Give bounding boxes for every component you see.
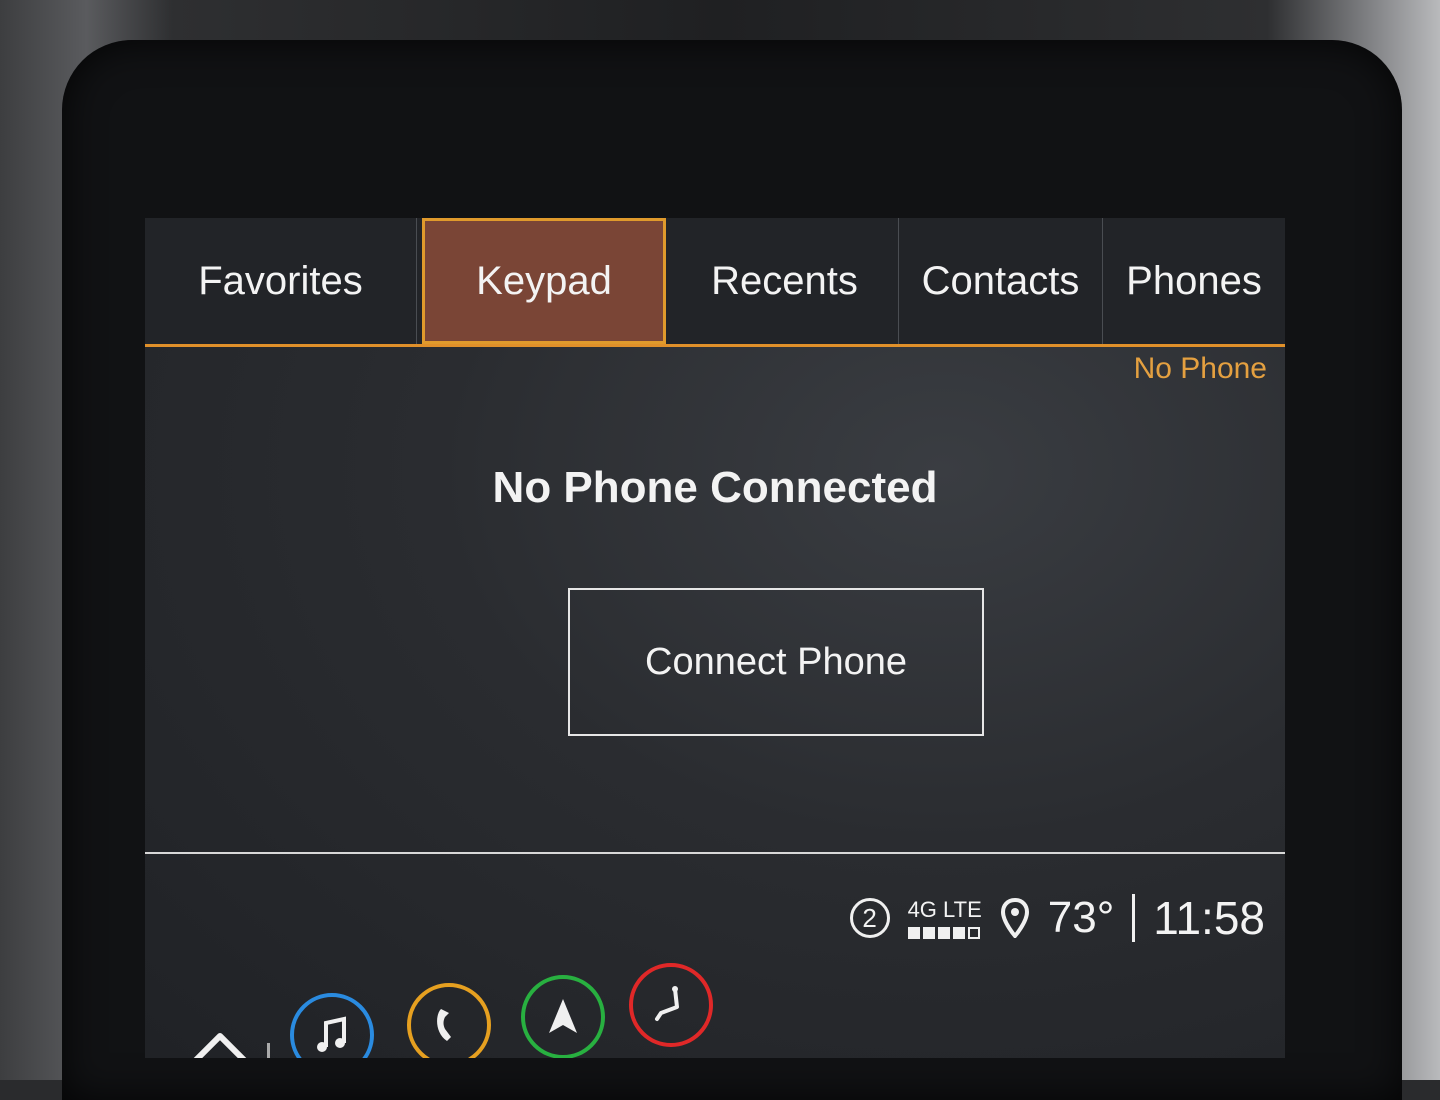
no-phone-message: No Phone Connected: [492, 463, 938, 512]
seat-settings-app-button[interactable]: [629, 963, 713, 1047]
signal-bar: [922, 927, 935, 939]
network-label: 4G LTE: [907, 897, 982, 922]
audio-app-button[interactable]: [290, 993, 374, 1058]
signal-bar: [952, 927, 965, 939]
signal-bar: [937, 927, 950, 939]
signal-bar: [967, 927, 980, 939]
outside-temperature: 73°: [1047, 893, 1115, 942]
tab-recents[interactable]: Recents: [671, 218, 899, 344]
signal-bars: [907, 927, 980, 939]
music-note-icon: [317, 1016, 346, 1052]
phone-icon: [437, 1009, 451, 1041]
navigation-app-button[interactable]: [521, 975, 605, 1058]
location-pin-icon: [1000, 898, 1029, 938]
status-divider: [145, 852, 1285, 854]
network-indicator: 4G LTE: [907, 897, 982, 939]
dock-divider: [267, 1043, 270, 1058]
seat-icon: [655, 986, 679, 1021]
tab-keypad[interactable]: Keypad: [422, 218, 666, 344]
infotainment-screen: Favorites Keypad Recents Contacts Phones…: [145, 218, 1285, 1058]
notification-count-badge[interactable]: 2: [849, 898, 890, 938]
clock: 11:58: [1153, 892, 1265, 944]
app-dock: [145, 963, 1285, 1058]
connect-phone-button[interactable]: Connect Phone: [568, 588, 984, 736]
phone-status-label: No Phone: [1133, 352, 1267, 385]
tab-contacts[interactable]: Contacts: [899, 218, 1103, 344]
navigation-arrow-icon: [549, 999, 577, 1033]
status-separator: [1132, 894, 1136, 942]
home-icon[interactable]: [185, 1028, 255, 1058]
signal-bar: [907, 927, 920, 939]
status-bar: 2 4G LTE 73° 11:58: [849, 878, 1265, 958]
tab-phones[interactable]: Phones: [1103, 218, 1285, 344]
tab-favorites[interactable]: Favorites: [145, 218, 417, 344]
phone-app-button[interactable]: [407, 983, 491, 1058]
tab-bar: Favorites Keypad Recents Contacts Phones: [145, 218, 1285, 347]
